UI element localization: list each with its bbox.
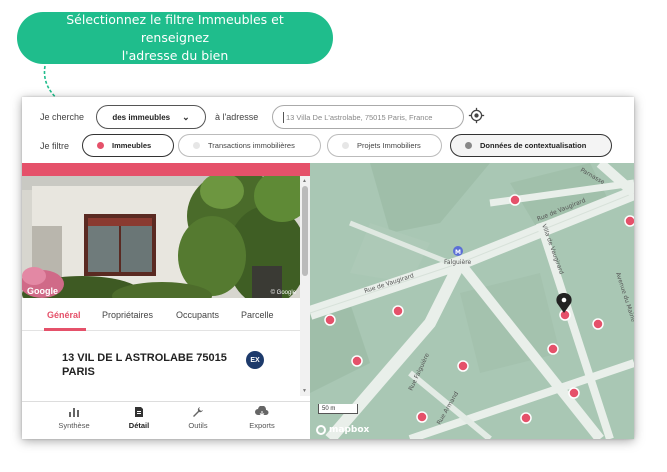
locate-icon[interactable]	[468, 107, 485, 124]
address-label: à l'adresse	[215, 112, 259, 122]
property-tabs: Général Propriétaires Occupants Parcelle	[22, 305, 300, 331]
mapbox-label: mapbox	[329, 425, 370, 435]
property-marker[interactable]	[416, 411, 428, 423]
document-icon	[135, 407, 143, 417]
filter-transactions-label: Transactions immobilières	[208, 141, 295, 150]
address-input-value: 13 Villa De L'astrolabe, 75015 Paris, Fr…	[286, 112, 433, 122]
callout-line-1: Sélectionnez le filtre Immeubles et rens…	[66, 12, 284, 45]
panel-accent-bar	[22, 163, 310, 176]
property-panel: Google © Google ▲ ▼ Général Propriétaire…	[22, 163, 310, 439]
panel-scrollbar[interactable]: ▲ ▼	[300, 176, 310, 396]
property-address-line-2: PARIS	[62, 366, 95, 378]
address-input[interactable]: 13 Villa De L'astrolabe, 75015 Paris, Fr…	[272, 105, 464, 129]
filter-transactions[interactable]: Transactions immobilières	[178, 134, 321, 157]
street-view-photo[interactable]: Google © Google	[22, 176, 300, 298]
property-marker[interactable]	[624, 215, 634, 227]
filter-dot-icon	[465, 142, 472, 149]
mapbox-logo-icon	[316, 425, 326, 435]
chevron-down-icon: ⌄	[182, 111, 190, 122]
mapbox-logo: mapbox	[316, 425, 369, 435]
search-type-value: des immeubles	[112, 112, 171, 122]
app-window: Je cherche des immeubles ⌄ à l'adresse 1…	[22, 97, 634, 439]
filter-dot-icon	[97, 142, 104, 149]
property-address: 13 VIL DE L ASTROLABE 75015 PARIS	[62, 351, 242, 379]
tab-general[interactable]: Général	[47, 310, 81, 320]
filter-dot-icon	[342, 142, 349, 149]
map-view[interactable]: Rue de Vaugirard Rue de Vaugirard Rue Fa…	[310, 163, 634, 439]
property-marker[interactable]	[392, 305, 404, 317]
metro-station-label: Falguière	[444, 259, 472, 266]
scroll-up-icon[interactable]: ▲	[302, 178, 307, 184]
scrollbar-thumb[interactable]	[302, 186, 308, 276]
nav-synthese-label: Synthèse	[58, 421, 90, 430]
map-canvas: Rue de Vaugirard Rue de Vaugirard Rue Fa…	[310, 163, 634, 439]
filter-projets[interactable]: Projets Immobiliers	[327, 134, 442, 157]
property-address-line-1: 13 VIL DE L ASTROLABE 75015	[62, 352, 227, 364]
filter-immeubles-label: Immeubles	[112, 141, 152, 150]
search-label: Je cherche	[40, 112, 85, 122]
tab-proprietaires[interactable]: Propriétaires	[102, 310, 153, 320]
tab-parcelle[interactable]: Parcelle	[241, 310, 274, 320]
wrench-icon	[193, 407, 203, 417]
filter-contextualisation-label: Données de contextualisation	[480, 141, 587, 150]
filter-projets-label: Projets Immobiliers	[357, 141, 421, 150]
ex-badge-label: EX	[250, 356, 260, 364]
property-marker[interactable]	[324, 314, 336, 326]
nav-exports[interactable]: Exports	[232, 406, 292, 430]
tab-occupants[interactable]: Occupants	[176, 310, 219, 320]
google-watermark: Google	[27, 286, 58, 296]
scroll-down-icon[interactable]: ▼	[302, 388, 307, 394]
text-caret	[283, 111, 284, 123]
property-marker[interactable]	[547, 343, 559, 355]
bar-chart-icon	[69, 408, 79, 417]
map-scale-label: 50 m	[322, 406, 336, 412]
search-type-select[interactable]: des immeubles ⌄	[96, 105, 206, 129]
nav-detail[interactable]: Détail	[109, 406, 169, 430]
screenshot-stage: Sélectionnez le filtre Immeubles et rens…	[0, 0, 667, 472]
nav-outils[interactable]: Outils	[168, 406, 228, 430]
property-marker[interactable]	[351, 355, 363, 367]
property-marker[interactable]	[457, 360, 469, 372]
google-copyright: © Google	[270, 290, 296, 296]
callout-line-2: l'adresse du bien	[121, 48, 229, 63]
property-marker[interactable]	[509, 194, 521, 206]
nav-synthese[interactable]: Synthèse	[44, 406, 104, 430]
filter-dot-icon	[193, 142, 200, 149]
instruction-callout: Sélectionnez le filtre Immeubles et rens…	[17, 12, 333, 64]
nav-detail-label: Détail	[128, 421, 150, 430]
property-marker[interactable]	[520, 412, 532, 424]
property-marker[interactable]	[592, 318, 604, 330]
filter-label: Je filtre	[40, 141, 70, 151]
svg-text:M: M	[455, 249, 461, 256]
filter-immeubles[interactable]: Immeubles	[82, 134, 174, 157]
cloud-download-icon	[255, 406, 269, 417]
bottom-navigation: Synthèse Détail Outils Exports	[22, 401, 310, 439]
building-photo-image	[22, 176, 300, 298]
ex-badge-icon[interactable]: EX	[246, 351, 264, 369]
map-scale-bar: 50 m	[318, 404, 358, 414]
active-tab-indicator	[44, 328, 86, 331]
nav-exports-label: Exports	[249, 421, 275, 430]
property-marker[interactable]	[568, 387, 580, 399]
nav-outils-label: Outils	[188, 421, 208, 430]
filter-contextualisation[interactable]: Données de contextualisation	[450, 134, 612, 157]
